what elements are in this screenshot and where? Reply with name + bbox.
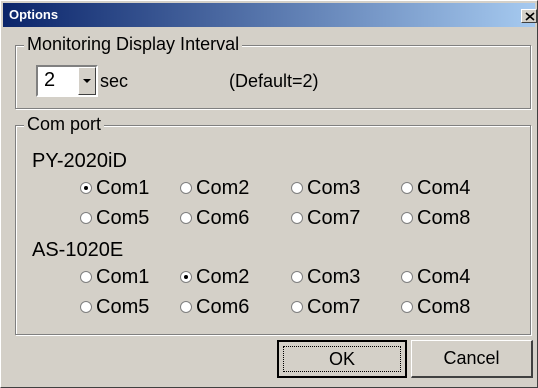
radio-label: Com7 [307,295,361,318]
options-dialog: Options Monitoring Display Interval 2 se… [0,0,538,388]
radio-button-icon[interactable] [180,271,192,283]
focus-rect [283,346,401,372]
combo-dropdown-button[interactable] [78,67,96,95]
radio-label: Com3 [307,265,361,288]
com-port-group-label: Com port [24,114,105,134]
window-title: Options [9,7,59,22]
interval-combo-value: 2 [44,69,56,91]
radio-button-icon[interactable] [80,271,92,283]
radio-d0-com3[interactable]: Com3 [291,177,360,199]
radio-label: Com1 [96,176,150,199]
radio-button-icon[interactable] [291,271,303,283]
radio-button-icon[interactable] [291,301,303,313]
device-label-py2020id: PY-2020iD [32,150,127,172]
radio-button-icon[interactable] [401,271,413,283]
radio-button-icon[interactable] [80,301,92,313]
radio-label: Com6 [196,295,250,318]
radio-label: Com5 [96,206,150,229]
radio-button-icon[interactable] [80,182,92,194]
radio-button-icon[interactable] [401,182,413,194]
interval-combo[interactable]: 2 [36,65,98,97]
default-note: (Default=2) [229,71,319,91]
com-port-group: Com port PY-2020iD Com1 Com2 Com3 Com4 Com5 C… [15,114,531,335]
ok-button[interactable]: OK [277,340,407,378]
radio-button-icon[interactable] [180,301,192,313]
radio-label: Com7 [307,206,361,229]
radio-label: Com8 [417,295,471,318]
radio-button-icon[interactable] [80,212,92,224]
radio-d1-com2[interactable]: Com2 [180,266,249,288]
radio-label: Com4 [417,265,471,288]
chevron-down-icon [83,79,91,83]
radio-label: Com3 [307,176,361,199]
interval-group-label: Monitoring Display Interval [24,34,243,54]
radio-button-icon[interactable] [291,182,303,194]
radio-d0-com7[interactable]: Com7 [291,207,360,229]
device-label-as1020e: AS-1020E [32,239,124,261]
interval-unit: sec [100,71,129,91]
radio-d1-com3[interactable]: Com3 [291,266,360,288]
cancel-button-label: Cancel [443,348,500,368]
radio-button-icon[interactable] [291,212,303,224]
radio-d1-com8[interactable]: Com8 [401,296,470,318]
radio-d1-com1[interactable]: Com1 [80,266,149,288]
radio-label: Com4 [417,176,471,199]
radio-button-icon[interactable] [180,182,192,194]
radio-button-icon[interactable] [401,212,413,224]
radio-button-icon[interactable] [401,301,413,313]
radio-d0-com2[interactable]: Com2 [180,177,249,199]
radio-d1-com6[interactable]: Com6 [180,296,249,318]
title-bar[interactable]: Options [3,3,537,27]
radio-label: Com6 [196,206,250,229]
radio-d1-com4[interactable]: Com4 [401,266,470,288]
radio-label: Com8 [417,206,471,229]
radio-d0-com8[interactable]: Com8 [401,207,470,229]
radio-button-icon[interactable] [180,212,192,224]
radio-label: Com2 [196,176,250,199]
radio-label: Com2 [196,265,250,288]
radio-d0-com5[interactable]: Com5 [80,207,149,229]
radio-d1-com5[interactable]: Com5 [80,296,149,318]
cancel-button[interactable]: Cancel [411,340,533,378]
radio-d0-com4[interactable]: Com4 [401,177,470,199]
radio-d0-com1[interactable]: Com1 [80,177,149,199]
radio-label: Com1 [96,265,150,288]
close-button[interactable] [521,9,537,23]
close-icon [525,12,535,21]
radio-label: Com5 [96,295,150,318]
radio-d1-com7[interactable]: Com7 [291,296,360,318]
radio-d0-com6[interactable]: Com6 [180,207,249,229]
interval-group: Monitoring Display Interval 2 sec (Defau… [15,34,531,109]
